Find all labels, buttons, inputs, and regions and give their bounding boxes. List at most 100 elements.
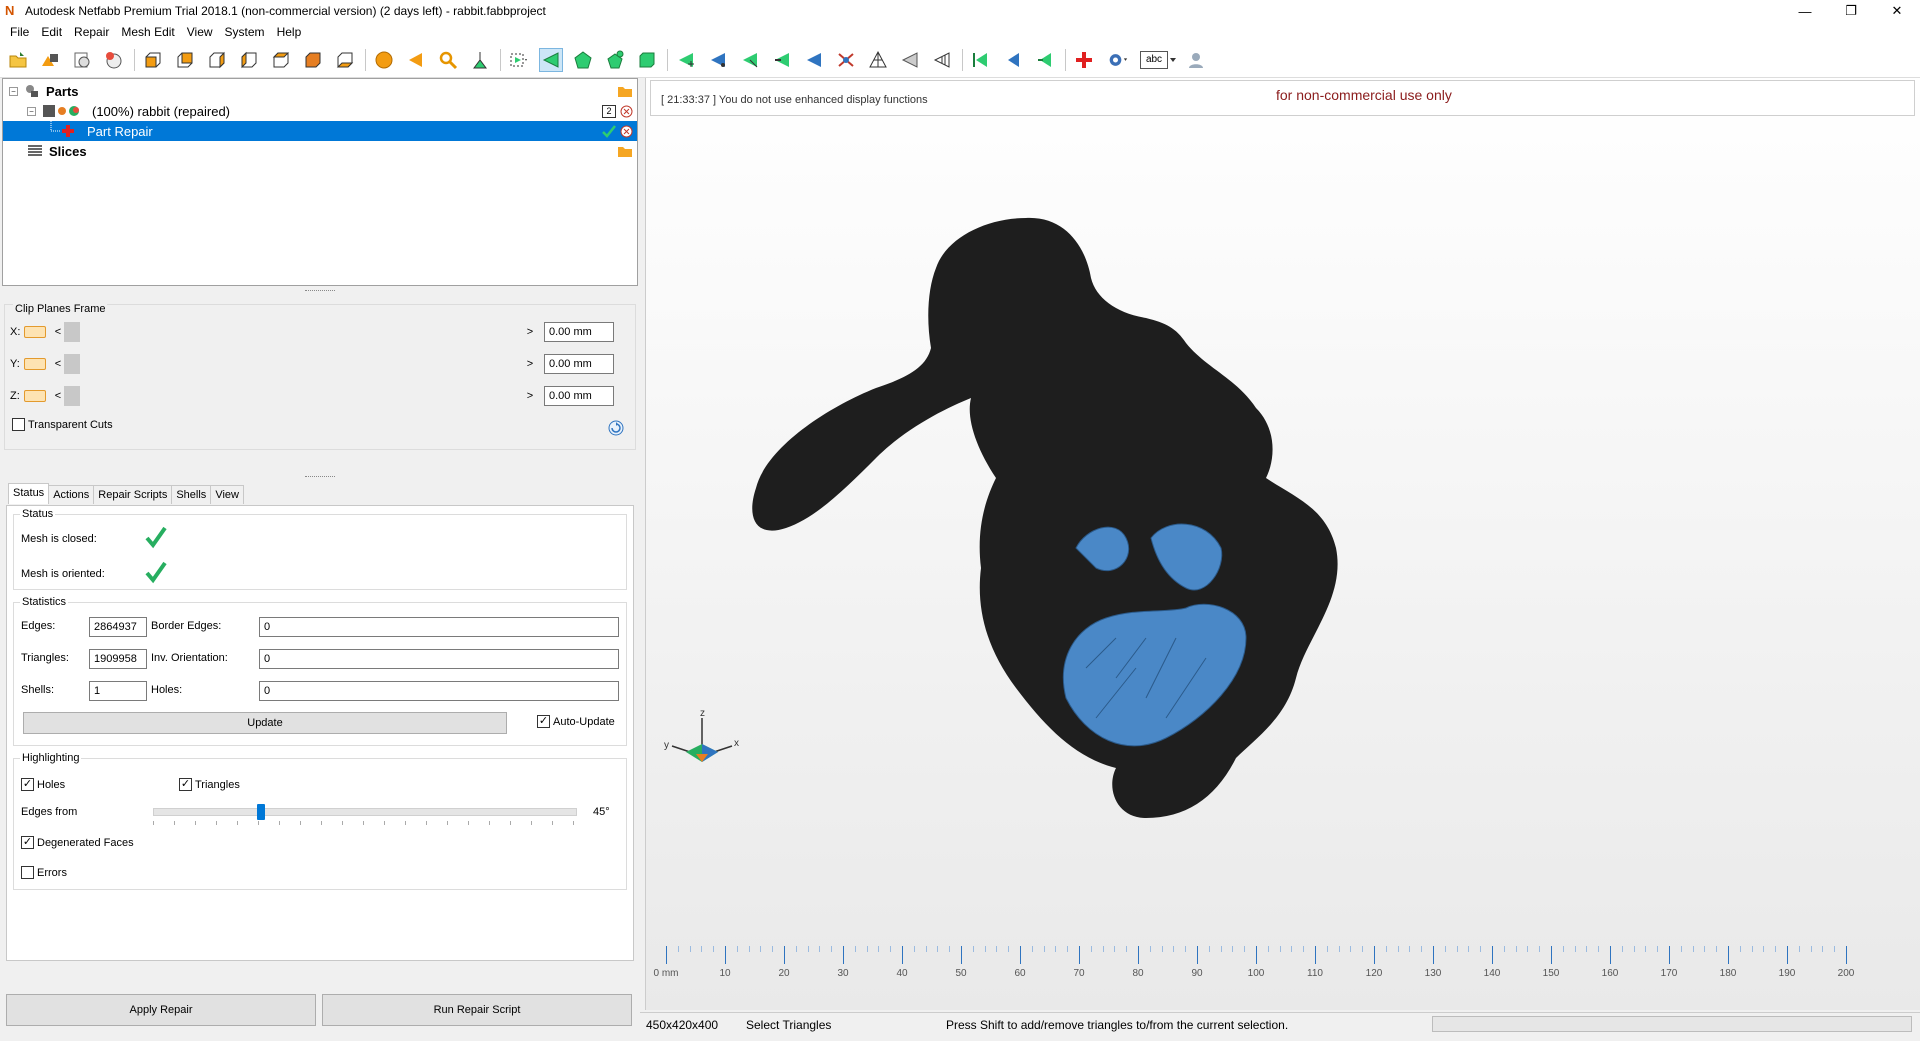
step-back-icon[interactable] [969,48,993,72]
label-dropdown-icon[interactable]: abc [1140,48,1176,72]
collapse-icon[interactable]: − [9,86,18,96]
menu-system[interactable]: System [219,25,271,39]
view-bottom-icon[interactable] [333,48,357,72]
collapse-icon[interactable]: − [27,106,36,116]
folder-icon[interactable] [617,144,633,158]
clip-color-swatch[interactable] [24,326,46,338]
view-left-icon[interactable] [205,48,229,72]
open-folder-icon[interactable] [6,48,30,72]
menu-help[interactable]: Help [271,25,308,39]
tab-actions[interactable]: Actions [48,485,95,504]
clip-y-slider[interactable] [64,354,524,374]
degenerated-faces-option[interactable]: ✓ Degenerated Faces [21,836,134,849]
measure-icon[interactable] [468,48,492,72]
menu-view[interactable]: View [181,25,219,39]
clip-x-input[interactable]: 0.00 mm [544,322,614,342]
select-surface-icon[interactable] [571,48,595,72]
remove-icon[interactable] [620,105,633,118]
cancel-icon[interactable] [620,125,633,138]
holes-checkbox[interactable]: ✓ [21,778,34,791]
3d-viewport[interactable]: [ 21:33:37 ] You do not use enhanced dis… [645,78,1920,1010]
view-back-icon[interactable] [173,48,197,72]
apply-repair-button[interactable]: Apply Repair [6,994,316,1026]
transparent-cuts-checkbox[interactable] [12,418,25,431]
border-edges-field[interactable]: 0 [259,617,619,637]
tab-status[interactable]: Status [8,483,50,504]
minimize-button[interactable]: — [1782,0,1828,22]
errors-checkbox[interactable] [21,866,34,879]
slider-thumb[interactable] [64,354,80,374]
zoom-icon[interactable] [436,48,460,72]
step-forward-icon[interactable] [1033,48,1057,72]
holes-option[interactable]: ✓ Holes [21,778,65,791]
clip-left-arrow[interactable]: < [52,358,64,370]
clip-left-arrow[interactable]: < [52,326,64,338]
triangles-field[interactable]: 1909958 [89,649,147,669]
mesh-detail-icon[interactable] [930,48,954,72]
select-part-icon[interactable] [635,48,659,72]
menu-file[interactable]: File [4,25,35,39]
clip-right-arrow[interactable]: > [524,390,536,402]
clip-left-arrow[interactable]: < [52,390,64,402]
tree-item-part-repair[interactable]: Part Repair [3,121,637,141]
slider-thumb[interactable] [64,322,80,342]
transparent-cuts-option[interactable]: Transparent Cuts [12,418,113,431]
update-button[interactable]: Update [23,712,507,734]
tree-item-parts[interactable]: − Parts [3,81,637,101]
step-icon[interactable] [1001,48,1025,72]
folder-icon[interactable] [617,84,633,98]
clip-right-arrow[interactable]: > [524,358,536,370]
mesh-smooth-icon[interactable] [898,48,922,72]
add-part-icon[interactable] [38,48,62,72]
export-part-icon[interactable] [70,48,94,72]
slider-thumb[interactable] [64,386,80,406]
new-project-icon[interactable] [102,48,126,72]
select-triangles-icon[interactable] [539,47,563,72]
view-right-icon[interactable] [237,48,261,72]
confirm-icon[interactable] [602,124,616,138]
menu-repair[interactable]: Repair [68,25,115,39]
sphere-icon[interactable] [372,48,396,72]
view-front-icon[interactable] [141,48,165,72]
clip-z-input[interactable]: 0.00 mm [544,386,614,406]
clip-color-swatch[interactable] [24,358,46,370]
rabbit-mesh[interactable] [646,78,1920,938]
mesh-wire-icon[interactable] [866,48,890,72]
splitter-handle[interactable] [305,290,335,294]
tab-repair-scripts[interactable]: Repair Scripts [93,485,173,504]
select-shell-icon[interactable] [603,48,627,72]
inv-orientation-field[interactable]: 0 [259,649,619,669]
repair-cross-icon[interactable] [1072,48,1096,72]
close-button[interactable]: ✕ [1874,0,1920,22]
clip-color-swatch[interactable] [24,390,46,402]
triangles-option[interactable]: ✓ Triangles [179,778,240,791]
menu-edit[interactable]: Edit [35,25,68,39]
add-triangle-icon[interactable] [674,48,698,72]
splitter-handle[interactable] [305,476,335,480]
auto-update-checkbox[interactable]: ✓ [537,715,550,728]
tab-shells[interactable]: Shells [171,485,212,504]
menu-mesh-edit[interactable]: Mesh Edit [115,25,180,39]
run-repair-script-button[interactable]: Run Repair Script [322,994,632,1026]
selection-mode-icon[interactable] [507,48,531,72]
shells-field[interactable]: 1 [89,681,147,701]
tree-item-rabbit[interactable]: − (100%) rabbit (repaired) 2 [3,101,637,121]
edges-from-slider[interactable] [153,804,577,825]
triangles-checkbox[interactable]: ✓ [179,778,192,791]
holes-field[interactable]: 0 [259,681,619,701]
restore-button[interactable]: ❐ [1828,0,1874,22]
slider-thumb[interactable] [257,804,265,820]
settings-dropdown-icon[interactable] [1104,48,1132,72]
degenerated-faces-checkbox[interactable]: ✓ [21,836,34,849]
split-triangle-icon[interactable] [738,48,762,72]
flip-triangle-icon[interactable] [770,48,794,72]
close-hole-icon[interactable] [802,48,826,72]
errors-option[interactable]: Errors [21,866,67,879]
view-iso-icon[interactable] [301,48,325,72]
clip-y-input[interactable]: 0.00 mm [544,354,614,374]
reset-icon[interactable] [607,419,625,437]
clip-x-slider[interactable] [64,322,524,342]
auto-update-option[interactable]: ✓ Auto-Update [537,715,615,728]
tree-item-slices[interactable]: Slices [3,141,637,161]
clip-right-arrow[interactable]: > [524,326,536,338]
